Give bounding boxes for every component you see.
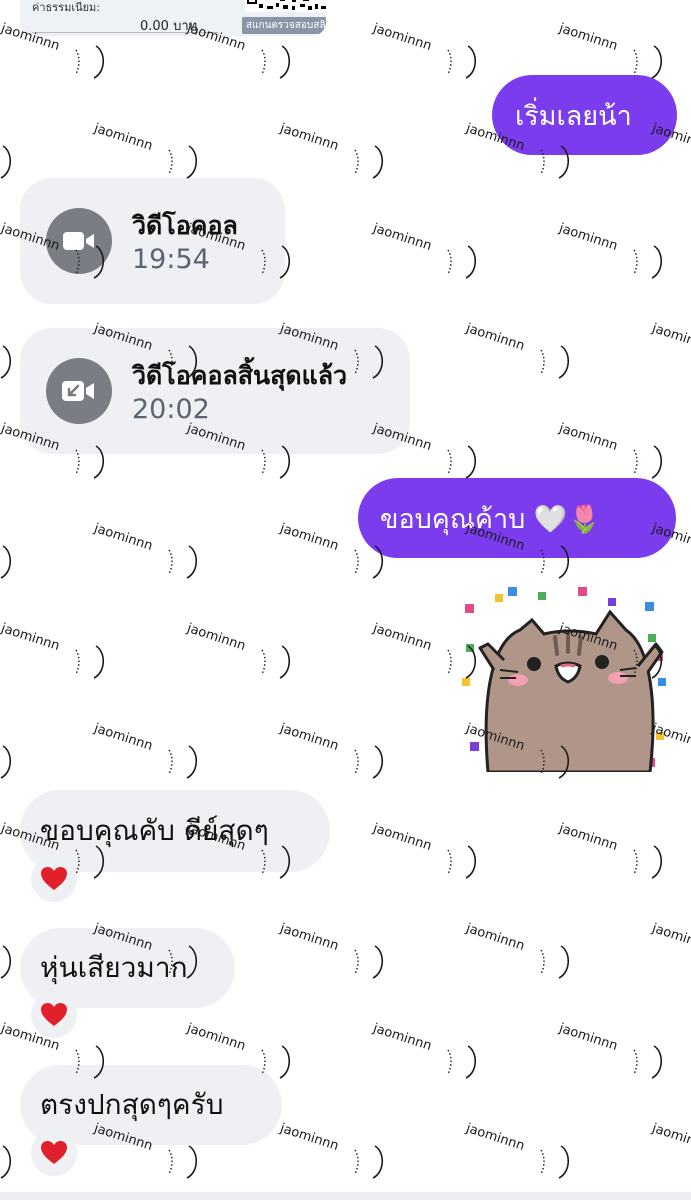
watermark-text: jaominnn <box>371 21 434 54</box>
watermark-text: jaominnn <box>185 621 248 654</box>
watermark-text: jaominnn <box>371 221 434 254</box>
divider <box>32 32 218 33</box>
video-call-ended-message[interactable]: วิดีโอคอลสิ้นสุดแล้ว 20:02 <box>20 328 410 454</box>
watermark-logo-icon <box>633 1045 663 1079</box>
watermark-logo-icon <box>447 45 477 79</box>
call-duration: 19:54 <box>132 244 210 275</box>
payment-receipt-preview[interactable]: ค่าธรรมเนียม: 0.00 บาท สแกนตรวจสอบสลิป <box>20 0 326 36</box>
watermark-logo-icon <box>633 445 663 479</box>
watermark-text: jaominnn <box>464 1121 527 1154</box>
cat-celebration-sticker[interactable] <box>460 582 675 772</box>
watermark-text: jaominnn <box>557 1021 620 1054</box>
watermark-logo-icon <box>447 445 477 479</box>
watermark-logo-icon <box>0 1145 12 1179</box>
watermark-text: jaominnn <box>371 621 434 654</box>
watermark-logo-icon <box>447 845 477 879</box>
message-text: ขอบคุณคับ ดีย์สุดๆ <box>40 814 269 847</box>
watermark-logo-icon <box>354 745 384 779</box>
watermark-logo-icon <box>0 745 12 779</box>
watermark-logo-icon <box>261 45 291 79</box>
call-title: วิดีโอคอล <box>132 211 238 240</box>
watermark-text: jaominnn <box>464 921 527 954</box>
watermark-logo-icon <box>354 1145 384 1179</box>
video-camera-icon <box>46 208 112 274</box>
watermark-text: jaominnn <box>92 521 155 554</box>
watermark-logo-icon <box>168 145 198 179</box>
watermark-logo-icon <box>540 1145 570 1179</box>
qr-caption: สแกนตรวจสอบสลิป <box>242 17 326 34</box>
watermark-text: jaominnn <box>557 21 620 54</box>
watermark-text: jaominnn <box>278 921 341 954</box>
watermark-logo-icon <box>354 145 384 179</box>
watermark-logo-icon <box>168 1145 198 1179</box>
watermark-text: jaominnn <box>557 221 620 254</box>
watermark-text: jaominnn <box>278 521 341 554</box>
watermark-text: jaominnn <box>92 121 155 154</box>
outgoing-message[interactable]: ขอบคุณค้าบ 🤍🌷 <box>358 478 676 558</box>
bottom-strip <box>0 1192 691 1200</box>
watermark-logo-icon <box>168 545 198 579</box>
watermark-logo-icon <box>447 1045 477 1079</box>
watermark-text: jaominnn <box>557 821 620 854</box>
watermark-logo-icon <box>540 945 570 979</box>
watermark-logo-icon <box>0 545 12 579</box>
watermark-logo-icon <box>75 645 105 679</box>
message-text: ตรงปกสุดๆครับ <box>40 1088 224 1121</box>
qr-code-icon <box>245 0 326 12</box>
watermark-text: jaominnn <box>92 721 155 754</box>
watermark-text: jaominnn <box>0 621 62 654</box>
watermark-logo-icon <box>0 345 12 379</box>
watermark-text: jaominnn <box>557 421 620 454</box>
message-text: เริ่มเลยน้า <box>515 100 632 132</box>
message-text: ขอบคุณค้าบ 🤍🌷 <box>380 503 602 535</box>
watermark-logo-icon <box>75 45 105 79</box>
watermark-logo-icon <box>447 245 477 279</box>
fee-label: ค่าธรรมเนียม: <box>32 1 100 14</box>
watermark-text: jaominnn <box>371 821 434 854</box>
call-time: 20:02 <box>132 394 210 425</box>
watermark-text: jaominnn <box>278 1121 341 1154</box>
watermark-logo-icon <box>540 345 570 379</box>
watermark-text: jaominnn <box>185 1021 248 1054</box>
watermark-logo-icon <box>354 945 384 979</box>
video-call-message[interactable]: วิดีโอคอล 19:54 <box>20 178 285 304</box>
watermark-text: jaominnn <box>278 721 341 754</box>
video-call-ended-icon <box>46 358 112 424</box>
watermark-logo-icon <box>0 945 12 979</box>
watermark-logo-icon <box>0 145 12 179</box>
heart-reaction-icon[interactable] <box>31 1130 77 1176</box>
watermark-text: jaominnn <box>464 321 527 354</box>
watermark-text: jaominnn <box>371 1021 434 1054</box>
watermark-logo-icon <box>633 245 663 279</box>
heart-reaction-icon[interactable] <box>31 992 77 1038</box>
watermark-text: jaominnn <box>650 921 691 954</box>
watermark-text: jaominnn <box>650 1121 691 1154</box>
watermark-text: jaominnn <box>278 121 341 154</box>
call-title: วิดีโอคอลสิ้นสุดแล้ว <box>132 361 348 390</box>
watermark-logo-icon <box>633 845 663 879</box>
watermark-logo-icon <box>168 745 198 779</box>
watermark-logo-icon <box>261 645 291 679</box>
outgoing-message[interactable]: เริ่มเลยน้า <box>492 75 677 155</box>
heart-reaction-icon[interactable] <box>31 856 77 902</box>
message-text: หุ่นเสียวมาก <box>40 951 188 984</box>
watermark-text: jaominnn <box>650 321 691 354</box>
